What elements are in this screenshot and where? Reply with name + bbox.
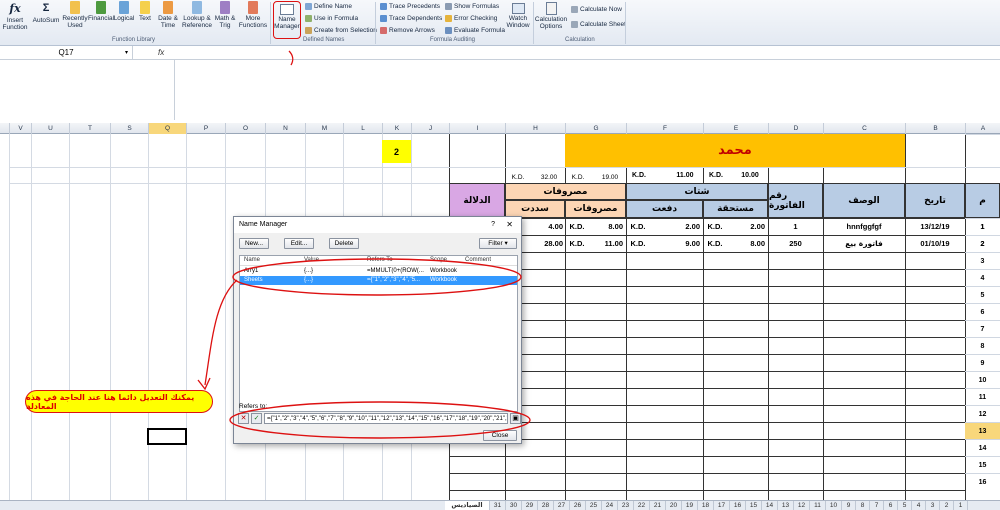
sheet-tab[interactable]: 13	[778, 501, 794, 510]
sheet-tab[interactable]: 31	[490, 501, 506, 510]
sheet-tab[interactable]: 3	[926, 501, 940, 510]
sheet-tab[interactable]: 19	[682, 501, 698, 510]
sheet-tabs: الصياديس 31 30 29 28 27 26 25 24 23 22 2…	[0, 500, 1000, 510]
sheet-tab[interactable]: 15	[746, 501, 762, 510]
highlight-ellipse	[232, 258, 522, 296]
sheet-tab[interactable]: 9	[842, 501, 856, 510]
sheet-tab[interactable]: 1	[954, 501, 968, 510]
sheet-tab-active[interactable]: الصياديس	[445, 501, 490, 510]
sheet-tab[interactable]: 18	[698, 501, 714, 510]
sheet-tab[interactable]: 29	[522, 501, 538, 510]
sheet-tab[interactable]: 12	[794, 501, 810, 510]
sheet-tab[interactable]: 7	[870, 501, 884, 510]
annotation-overlay	[197, 258, 531, 439]
sheet-tab[interactable]: 2	[940, 501, 954, 510]
sheet-tab[interactable]: 21	[650, 501, 666, 510]
arrow-head	[197, 377, 211, 391]
sheet-tab[interactable]: 5	[898, 501, 912, 510]
sheet-tab[interactable]: 25	[586, 501, 602, 510]
sheet-tab[interactable]: 23	[618, 501, 634, 510]
sheet-tab[interactable]: 4	[912, 501, 926, 510]
sheet-tab[interactable]: 22	[634, 501, 650, 510]
sheet-tab[interactable]: 11	[810, 501, 826, 510]
sheet-tab[interactable]: 10	[826, 501, 842, 510]
highlight-ellipse	[229, 401, 531, 439]
sheet-tab[interactable]: 17	[714, 501, 730, 510]
sheet-tab[interactable]: 28	[538, 501, 554, 510]
sheet-tab[interactable]: 24	[602, 501, 618, 510]
sheet-tab[interactable]: 16	[730, 501, 746, 510]
sheet-tab[interactable]: 26	[570, 501, 586, 510]
annotation-arrow	[204, 279, 238, 386]
sheet-tab[interactable]: 27	[554, 501, 570, 510]
sheet-tab[interactable]: 14	[762, 501, 778, 510]
sheet-tab[interactable]: 30	[506, 501, 522, 510]
sheet-tab[interactable]: 20	[666, 501, 682, 510]
sheet-tab[interactable]: 8	[856, 501, 870, 510]
annotation-callout: يمكنك التعديل دائما هنا عند الحاجة في هذ…	[25, 390, 213, 413]
sheet-tab[interactable]: 6	[884, 501, 898, 510]
